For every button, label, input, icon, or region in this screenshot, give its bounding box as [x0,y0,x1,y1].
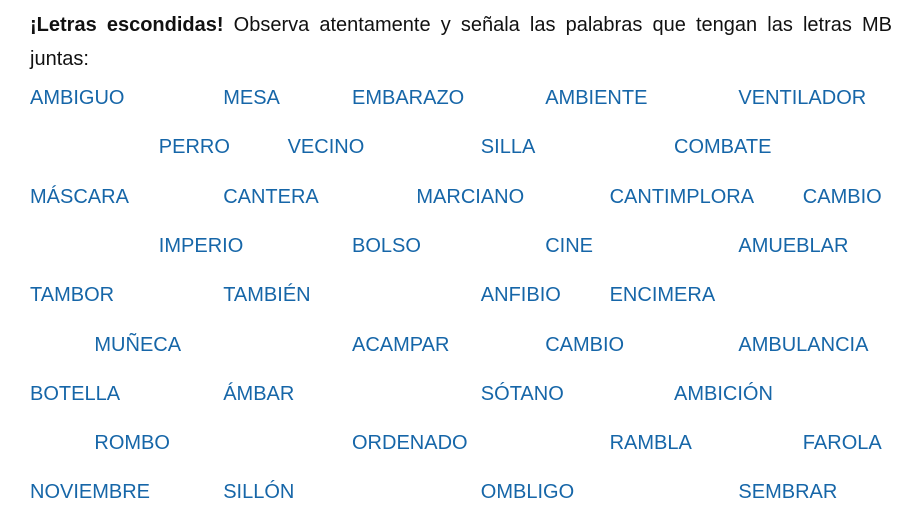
word-item[interactable]: SILLA [481,135,535,159]
word-item[interactable]: FAROLA [803,431,882,455]
word-item[interactable]: TAMBIÉN [223,283,310,307]
word-item[interactable]: ACAMPAR [352,333,449,357]
word-item[interactable]: CINE [545,234,593,258]
word-item[interactable]: BOLSO [352,234,421,258]
word-item[interactable]: BOTELLA [30,382,120,406]
word-item[interactable]: VENTILADOR [738,86,866,110]
word-item[interactable]: MESA [223,86,280,110]
word-item[interactable]: CANTIMPLORA [610,185,754,209]
word-item[interactable]: ENCIMERA [610,283,716,307]
word-item[interactable]: ORDENADO [352,431,468,455]
word-item[interactable]: AMBIGUO [30,86,124,110]
word-item[interactable]: CAMBIO [803,185,882,209]
word-item[interactable]: TAMBOR [30,283,114,307]
word-item[interactable]: ÁMBAR [223,382,294,406]
word-item[interactable]: ROMBO [94,431,170,455]
word-item[interactable]: PERRO [159,135,230,159]
word-item[interactable]: SEMBRAR [738,480,837,504]
word-grid: AMBIGUO MESA EMBARAZO AMBIENTE VENTILADOR PER… [0,0,922,518]
word-item[interactable]: MUÑECA [94,333,181,357]
word-item[interactable]: CAMBIO [545,333,624,357]
word-item[interactable]: RAMBLA [610,431,692,455]
word-item[interactable]: COMBATE [674,135,771,159]
word-item[interactable]: SILLÓN [223,480,294,504]
word-item[interactable]: MARCIANO [416,185,524,209]
word-item[interactable]: AMBICIÓN [674,382,773,406]
word-item[interactable]: CANTERA [223,185,319,209]
word-item[interactable]: MÁSCARA [30,185,129,209]
word-item[interactable]: NOVIEMBRE [30,480,150,504]
word-item[interactable]: AMBULANCIA [738,333,868,357]
word-item[interactable]: VECINO [288,135,365,159]
word-item[interactable]: OMBLIGO [481,480,574,504]
word-item[interactable]: SÓTANO [481,382,564,406]
word-item[interactable]: IMPERIO [159,234,243,258]
word-item[interactable]: ANFIBIO [481,283,561,307]
word-item[interactable]: EMBARAZO [352,86,464,110]
word-item[interactable]: AMBIENTE [545,86,647,110]
word-item[interactable]: AMUEBLAR [738,234,848,258]
